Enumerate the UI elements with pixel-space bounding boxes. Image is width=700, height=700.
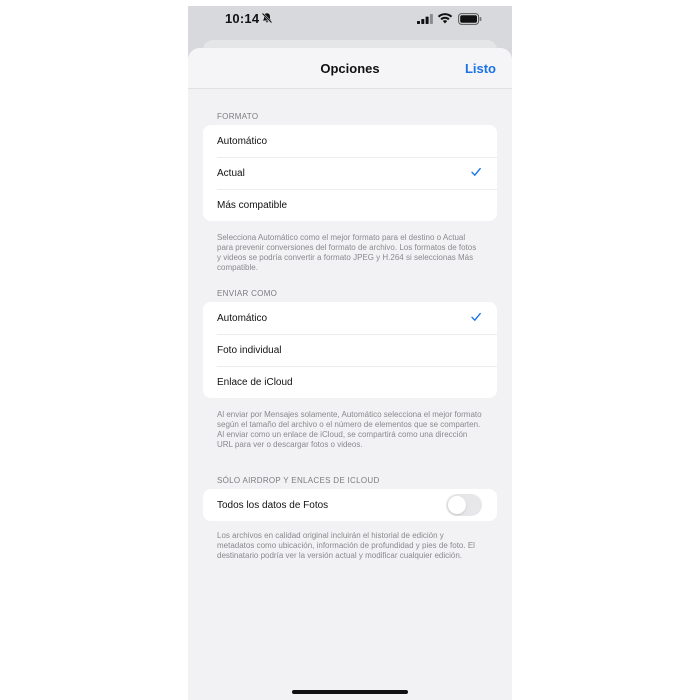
done-button[interactable]: Listo [465, 61, 496, 76]
status-bar: 10:14 [188, 6, 512, 34]
send-option-icloud-link[interactable]: Enlace de iCloud [203, 366, 497, 398]
checkmark-icon [471, 167, 481, 176]
send-as-options-group: Automático Foto individual Enlace de iCl… [203, 302, 497, 398]
bell-slash-icon [261, 12, 273, 24]
airdrop-section-title: SÓLO AIRDROP Y ENLACES DE ICLOUD [217, 476, 380, 485]
send-option-automatic[interactable]: Automático [203, 302, 497, 334]
all-photos-data-toggle[interactable] [446, 494, 482, 516]
format-option-most-compatible[interactable]: Más compatible [203, 189, 497, 221]
page-title: Opciones [320, 61, 380, 76]
checkmark-icon [471, 312, 481, 321]
all-photos-data-row: Todos los datos de Fotos [203, 489, 497, 521]
wifi-icon [437, 13, 453, 24]
cellular-signal-icon [417, 14, 433, 24]
option-label: Enlace de iCloud [217, 377, 293, 388]
airdrop-options-group: Todos los datos de Fotos [203, 489, 497, 521]
options-sheet: Opciones Listo FORMATO Automático Actual… [188, 48, 512, 700]
phone-screen: 10:14 Opciones Listo FORMATO Automático … [188, 6, 512, 700]
option-label: Actual [217, 168, 245, 179]
format-option-automatic[interactable]: Automático [203, 125, 497, 157]
option-label: Automático [217, 136, 268, 147]
format-footnote: Selecciona Automático como el mejor form… [217, 233, 477, 272]
home-indicator[interactable] [292, 690, 408, 694]
format-section-title: FORMATO [217, 112, 259, 121]
format-option-current[interactable]: Actual [203, 157, 497, 189]
send-as-footnote: Al enviar por Mensajes solamente, Automá… [217, 410, 482, 449]
option-label: Más compatible [217, 200, 288, 211]
option-label: Automático [217, 313, 268, 324]
status-time: 10:14 [225, 11, 260, 26]
send-option-single-photo[interactable]: Foto individual [203, 334, 497, 366]
toggle-label: Todos los datos de Fotos [217, 500, 329, 511]
airdrop-footnote: Los archivos en calidad original incluir… [217, 531, 475, 560]
screen: 10:14 Opciones Listo FORMATO Automático … [0, 0, 700, 700]
toggle-knob [448, 496, 466, 514]
sheet-header: Opciones Listo [188, 48, 512, 89]
format-options-group: Automático Actual Más compatible [203, 125, 497, 221]
battery-icon [458, 13, 482, 25]
option-label: Foto individual [217, 345, 282, 356]
send-as-section-title: ENVIAR COMO [217, 289, 278, 298]
